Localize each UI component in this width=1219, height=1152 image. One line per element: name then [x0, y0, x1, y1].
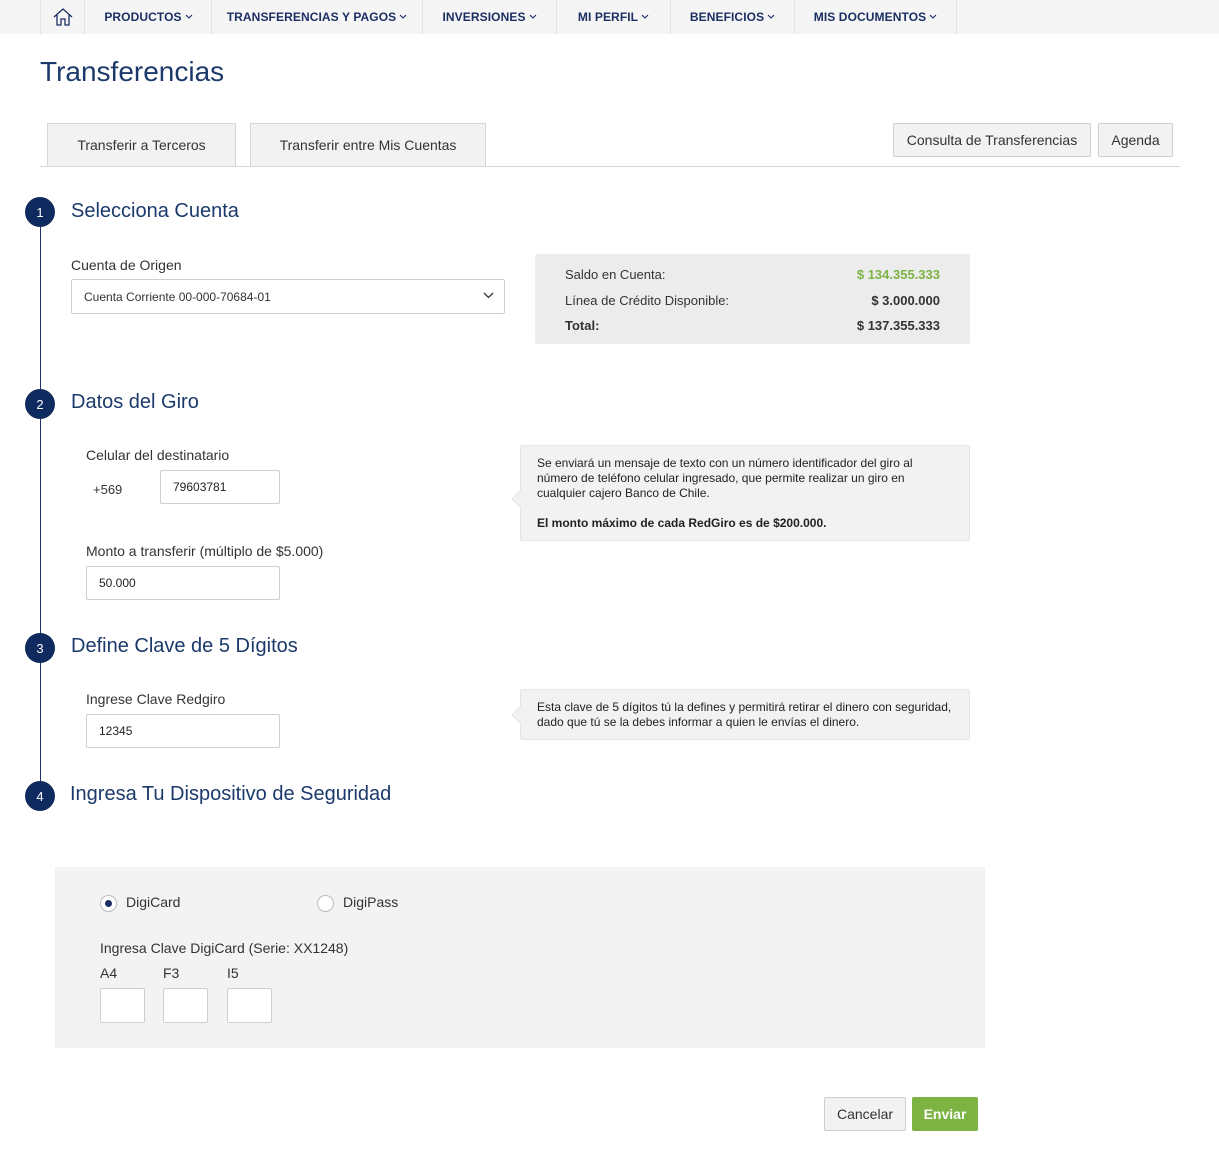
step-3-badge: 3 — [25, 633, 55, 663]
nav-mi-perfil[interactable]: MI PERFIL — [557, 0, 671, 34]
nav-home-button[interactable] — [40, 0, 85, 34]
step-2-badge: 2 — [25, 389, 55, 419]
send-button[interactable]: Enviar — [912, 1097, 978, 1131]
nav-transferencias-label: TRANSFERENCIAS Y PAGOS — [226, 10, 397, 24]
chevron-down-icon — [529, 14, 536, 19]
info-arrow — [511, 706, 529, 724]
clave-info-box: Esta clave de 5 dígitos tú la defines y … — [511, 689, 970, 740]
celular-label: Celular del destinatario — [86, 447, 230, 463]
total-label: Total: — [565, 318, 600, 333]
giro-info-line3: cualquier cajero Banco de Chile. — [537, 486, 710, 500]
nav-productos[interactable]: PRODUCTOS — [86, 0, 212, 34]
step-1-title: Selecciona Cuenta — [71, 200, 239, 222]
step-1-badge: 1 — [25, 197, 55, 227]
total-value: $ 137.355.333 — [856, 318, 940, 333]
step-2-title: Datos del Giro — [71, 391, 199, 413]
clave-info-line1: Esta clave de 5 dígitos tú la defines y … — [537, 700, 952, 714]
step-4-badge: 4 — [25, 781, 55, 811]
info-arrow — [511, 490, 529, 508]
digipass-radio[interactable] — [317, 895, 334, 912]
nav-beneficios-label: BENEFICIOS — [689, 10, 765, 24]
giro-info-line1: Se enviará un mensaje de texto con un nú… — [537, 456, 913, 470]
saldo-value: $ 134.355.333 — [856, 267, 940, 282]
coord-label-f3: F3 — [163, 965, 180, 981]
credito-value: $ 3.000.000 — [871, 293, 940, 308]
tab-transferir-entre-mis-cuentas[interactable]: Transferir entre Mis Cuentas — [250, 123, 486, 166]
top-navigation: PRODUCTOS TRANSFERENCIAS Y PAGOS INVERSI… — [0, 0, 1219, 34]
page-title: Transferencias — [40, 56, 225, 87]
chevron-down-icon — [767, 14, 775, 19]
chevron-down-icon — [399, 14, 407, 19]
consulta-transferencias-button[interactable]: Consulta de Transferencias — [893, 123, 1091, 157]
digicard-prompt: Ingresa Clave DigiCard (Serie: XX1248) — [100, 940, 349, 956]
nav-mi-perfil-label: MI PERFIL — [577, 10, 639, 24]
cuenta-origen-label: Cuenta de Origen — [71, 257, 182, 273]
digipass-label[interactable]: DigiPass — [343, 894, 398, 910]
nav-inversiones-label: INVERSIONES — [442, 10, 526, 24]
monto-input[interactable]: 50.000 — [86, 566, 280, 600]
chevron-down-icon — [641, 14, 649, 19]
nav-productos-label: PRODUCTOS — [104, 10, 182, 24]
giro-info-line2: número de teléfono celular ingresado, qu… — [537, 471, 905, 485]
steps-connector — [40, 212, 41, 796]
coord-input-a4[interactable] — [100, 988, 145, 1023]
step-4-title: Ingresa Tu Dispositivo de Seguridad — [70, 783, 392, 805]
chevron-down-icon — [483, 292, 494, 299]
cancel-button[interactable]: Cancelar — [824, 1097, 906, 1131]
nav-mis-documentos[interactable]: MIS DOCUMENTOS — [795, 0, 957, 34]
home-icon — [53, 8, 72, 26]
tab-transferir-a-terceros[interactable]: Transferir a Terceros — [47, 123, 236, 166]
phone-prefix: +569 — [93, 482, 123, 497]
coord-label-i5: I5 — [227, 965, 239, 981]
monto-label: Monto a transferir (múltiplo de $5.000) — [86, 543, 324, 559]
nav-transferencias-y-pagos[interactable]: TRANSFERENCIAS Y PAGOS — [212, 0, 423, 34]
chevron-down-icon — [185, 14, 193, 19]
digicard-label[interactable]: DigiCard — [126, 894, 180, 910]
tabs-divider — [40, 166, 1180, 167]
step-3-title: Define Clave de 5 Dígitos — [71, 635, 298, 657]
credito-label: Línea de Crédito Disponible: — [565, 293, 730, 308]
nav-beneficios[interactable]: BENEFICIOS — [671, 0, 795, 34]
coord-label-a4: A4 — [100, 965, 118, 981]
coord-input-i5[interactable] — [227, 988, 272, 1023]
saldo-summary: Saldo en Cuenta: $ 134.355.333 Línea de … — [535, 254, 970, 344]
celular-input[interactable]: 79603781 — [160, 470, 280, 504]
giro-info-box: Se enviará un mensaje de texto con un nú… — [511, 445, 970, 541]
saldo-label: Saldo en Cuenta: — [565, 267, 666, 282]
clave-label: Ingrese Clave Redgiro — [86, 691, 226, 707]
clave-info-line2: dado que tú se la debes informar a quien… — [537, 715, 860, 729]
chevron-down-icon — [929, 14, 937, 19]
nav-mis-documentos-label: MIS DOCUMENTOS — [813, 10, 927, 24]
nav-inversiones[interactable]: INVERSIONES — [423, 0, 557, 34]
clave-input[interactable]: 12345 — [86, 714, 280, 748]
cuenta-origen-select[interactable]: Cuenta Corriente 00-000-70684-01 — [71, 279, 505, 314]
coord-input-f3[interactable] — [163, 988, 208, 1023]
digicard-radio[interactable] — [100, 895, 117, 912]
cuenta-origen-value: Cuenta Corriente 00-000-70684-01 — [84, 289, 271, 304]
agenda-button[interactable]: Agenda — [1098, 123, 1173, 157]
giro-info-max: El monto máximo de cada RedGiro es de $2… — [537, 516, 827, 530]
